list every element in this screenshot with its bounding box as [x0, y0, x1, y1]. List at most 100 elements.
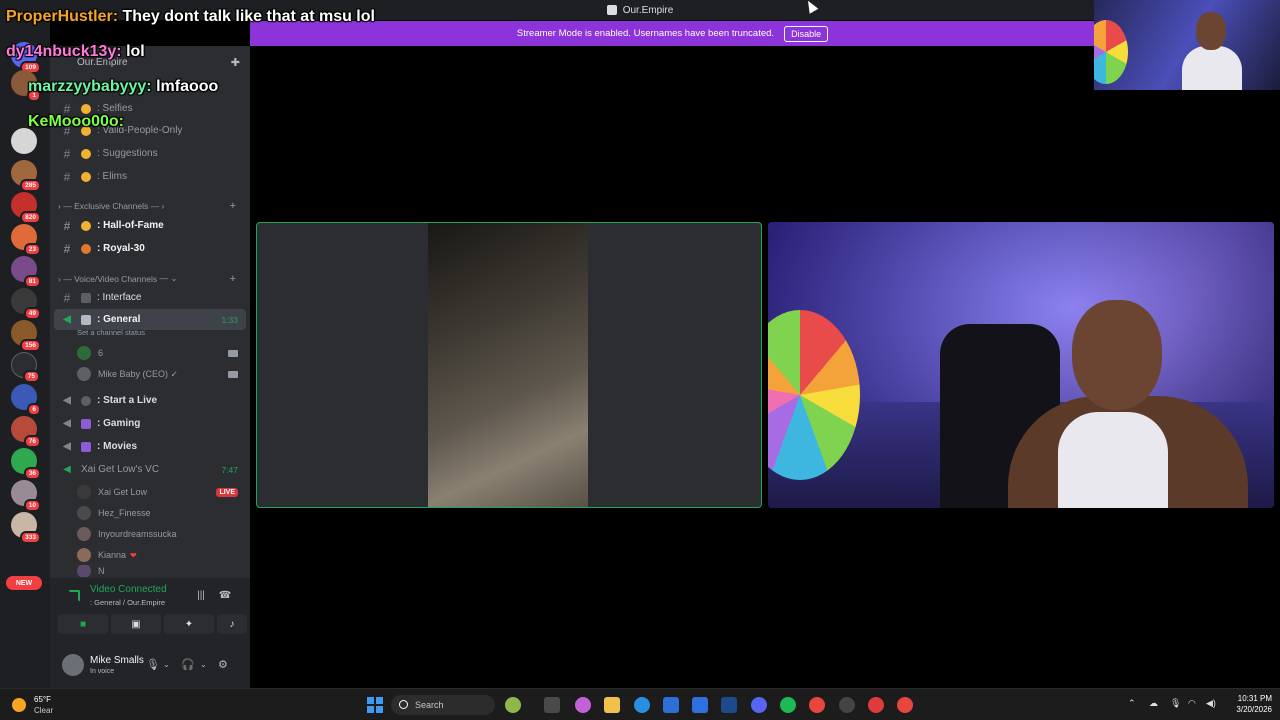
server-icon[interactable]: 285 — [11, 160, 41, 192]
voice-user[interactable]: N — [77, 565, 242, 577]
channel-label: : Hall-of-Fame — [97, 220, 164, 231]
heart-emoji-icon — [81, 103, 91, 114]
chat-username: ProperHustler: — [6, 8, 119, 25]
chevron-right-icon: › — [58, 201, 64, 211]
channel-royal-30[interactable]: #: Royal-30 — [54, 238, 246, 259]
add-channel-icon[interactable]: + — [230, 273, 236, 285]
server-icon[interactable] — [11, 128, 37, 154]
chevron-up-icon[interactable]: ⌃ — [1128, 698, 1136, 709]
chrome-icon[interactable] — [809, 697, 825, 713]
server-icon[interactable]: 23 — [11, 224, 41, 256]
signal-icon[interactable] — [68, 590, 80, 602]
mention-badge: 10 — [23, 499, 41, 512]
voice-user-name: Hez_Finesse — [98, 508, 151, 518]
microphone-tray-icon[interactable]: 🎙 — [1170, 698, 1181, 709]
task-view-icon[interactable] — [544, 697, 560, 713]
server-icon[interactable]: 10 — [11, 480, 41, 512]
add-channel-icon[interactable]: + — [230, 200, 236, 212]
voice-channel-xai[interactable]: ◀ Xai Get Low's VC 7:47 — [54, 459, 246, 480]
voice-user[interactable]: Inyourdreamssucka — [77, 524, 242, 544]
channel-suggestions[interactable]: #: Suggestions — [54, 143, 246, 164]
voice-channel-gaming[interactable]: ◀: Gaming — [54, 413, 246, 434]
mention-badge: 6 — [27, 403, 41, 416]
gear-icon[interactable]: ⚙ — [218, 658, 228, 671]
server-icon[interactable]: 75 — [11, 352, 40, 383]
category-label: Voice/Video Channels — [74, 273, 158, 284]
avatar — [77, 565, 91, 577]
store-icon[interactable] — [663, 697, 679, 713]
streamer — [1182, 12, 1242, 90]
soundboard-button[interactable]: ♪ — [217, 614, 247, 634]
add-user-icon[interactable]: ✚ — [231, 56, 240, 69]
category-voice-video-channels[interactable]: › — Voice/Video Channels — ⌄ + — [58, 273, 244, 285]
app-icon[interactable] — [721, 697, 737, 713]
dropbox-icon[interactable] — [692, 697, 708, 713]
taskbar-search[interactable]: Search — [391, 695, 495, 715]
channel-label: : Interface — [97, 292, 142, 303]
chevron-down-icon[interactable]: ⌄ — [200, 660, 207, 669]
copilot-icon[interactable] — [575, 697, 591, 713]
film-icon — [81, 441, 91, 452]
server-icon[interactable]: 49 — [11, 288, 41, 320]
file-explorer-icon[interactable] — [604, 697, 620, 713]
category-exclusive-channels[interactable]: › — Exclusive Channels — › + — [58, 200, 244, 212]
voice-location[interactable]: : General / Our.Empire — [90, 598, 165, 607]
voice-status[interactable]: Video Connected — [90, 584, 167, 595]
app-icon[interactable] — [780, 697, 796, 713]
channel-hall-of-fame[interactable]: # : Hall-of-Fame — [54, 215, 246, 236]
system-clock[interactable]: 10:31 PM 3/20/2026 — [1222, 693, 1272, 715]
channel-label: : Royal-30 — [97, 243, 145, 254]
speaker-icon: ◀ — [63, 314, 71, 325]
chevron-down-icon[interactable]: ⌄ — [163, 660, 170, 669]
volume-icon[interactable]: ◀) — [1206, 698, 1216, 709]
server-icon[interactable]: 6 — [11, 384, 41, 416]
server-icon[interactable]: 81 — [11, 256, 41, 288]
headphones-icon[interactable]: 🎧 — [181, 658, 195, 671]
voice-user[interactable]: Mike Baby (CEO) ✓ — [77, 364, 242, 384]
video-tile-webcam[interactable] — [768, 222, 1274, 508]
avatar — [77, 548, 91, 562]
voice-user[interactable]: Xai Get Low LIVE — [77, 482, 242, 502]
server-icon[interactable]: 820 — [11, 192, 41, 224]
category-label: Exclusive Channels — [74, 201, 149, 211]
server-icon[interactable]: 156 — [11, 320, 41, 352]
clock-time: 10:31 PM — [1237, 694, 1272, 703]
channel-sidebar: Our.Empire ✚ #: Selfies #: Valid-People-… — [50, 46, 250, 690]
edge-icon[interactable] — [634, 697, 650, 713]
voice-user[interactable]: 6 — [77, 343, 242, 363]
hash-icon: # — [63, 218, 71, 233]
gamepad-icon — [81, 418, 91, 429]
activities-button[interactable]: ✦ — [164, 614, 214, 634]
camera-toggle-button[interactable]: ■ — [58, 614, 108, 634]
disconnect-icon[interactable]: ☎ — [218, 588, 232, 602]
network-icon[interactable]: ☁ — [1149, 698, 1158, 709]
channel-elims[interactable]: #: Elims — [54, 166, 246, 187]
chat-username: dy14nbuck13y: — [6, 43, 122, 60]
noise-suppression-icon[interactable]: ||| — [194, 588, 208, 602]
channel-status[interactable]: Set a channel status — [77, 328, 145, 337]
crown-emoji-icon — [81, 243, 91, 254]
voice-user[interactable]: Kianna ❤ — [77, 545, 242, 565]
voice-channel-general[interactable]: ◀: General 1:33 — [54, 309, 246, 330]
widgets-icon[interactable] — [505, 697, 521, 713]
avatar[interactable] — [62, 654, 84, 676]
app-icon[interactable] — [868, 697, 884, 713]
discord-taskbar-icon[interactable] — [751, 697, 767, 713]
obs-icon[interactable] — [839, 697, 855, 713]
channel-label: : Suggestions — [97, 148, 158, 159]
windows-start-icon[interactable] — [367, 697, 383, 713]
server-icon[interactable]: 76 — [11, 416, 41, 448]
microphone-icon[interactable]: 🎙 — [146, 658, 160, 671]
streamer-mode-banner: Streamer Mode is enabled. Usernames have… — [250, 21, 1095, 46]
voice-channel-movies[interactable]: ◀: Movies — [54, 436, 246, 457]
screen-share-button[interactable]: ▣ — [111, 614, 161, 634]
wifi-icon[interactable]: ◠ — [1188, 698, 1196, 709]
channel-interface[interactable]: #: Interface — [54, 287, 246, 308]
disable-streamer-mode-button[interactable]: Disable — [784, 25, 829, 42]
voice-channel-start-a-live[interactable]: ◀: Start a Live — [54, 390, 246, 411]
server-icon[interactable]: 333 — [11, 512, 41, 544]
voice-user[interactable]: Hez_Finesse — [77, 503, 242, 523]
video-tile-phone-feed[interactable] — [256, 222, 762, 508]
chrome-icon[interactable] — [897, 697, 913, 713]
server-icon[interactable]: 36 — [11, 448, 41, 480]
